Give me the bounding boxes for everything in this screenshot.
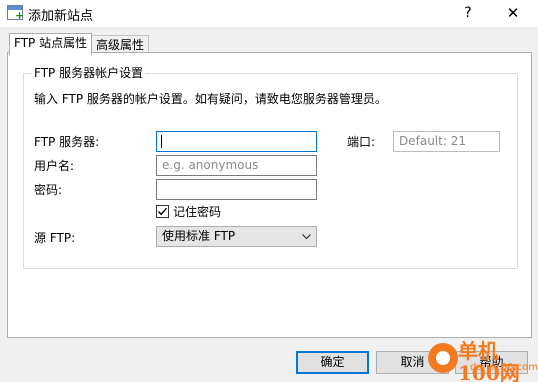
text-caret — [161, 135, 162, 148]
ok-button[interactable]: 确定 — [296, 351, 369, 374]
watermark-logo-icon — [428, 343, 458, 373]
tab-panel: FTP 服务器帐户设置 输入 FTP 服务器的帐户设置。如有疑问，请致电您服务器… — [7, 52, 532, 338]
instruction-text: 输入 FTP 服务器的帐户设置。如有疑问，请致电您服务器管理员。 — [34, 92, 387, 106]
password-label: 密码: — [34, 183, 63, 197]
server-label: FTP 服务器: — [34, 135, 100, 149]
server-input[interactable] — [156, 131, 317, 152]
watermark-title: 单机100网 — [458, 339, 520, 382]
tab-ftp-site-properties[interactable]: FTP 站点属性 — [9, 33, 93, 55]
window-title: 添加新站点 — [28, 9, 94, 24]
source-ftp-value: 使用标准 FTP — [162, 229, 236, 243]
source-ftp-select[interactable]: 使用标准 FTP — [156, 226, 317, 247]
watermark: 单机100网 danji100.com — [420, 337, 538, 382]
close-icon[interactable]: ✕ — [498, 3, 528, 23]
source-ftp-label: 源 FTP: — [34, 231, 76, 245]
port-placeholder: Default: 21 — [399, 134, 466, 148]
remember-password-label[interactable]: 记住密码 — [173, 205, 221, 219]
watermark-url: danji100.com — [470, 362, 538, 373]
port-input[interactable]: Default: 21 — [393, 131, 500, 152]
username-label: 用户名: — [34, 159, 75, 173]
title-bar: + 添加新站点 ? ✕ — [0, 0, 538, 27]
port-label: 端口: — [347, 135, 376, 149]
remember-password-checkbox[interactable] — [156, 205, 169, 218]
username-placeholder: e.g. anonymous — [162, 158, 259, 172]
chevron-down-icon — [302, 234, 311, 240]
username-input[interactable]: e.g. anonymous — [156, 155, 317, 176]
password-input[interactable] — [156, 179, 317, 200]
checkmark-icon — [157, 207, 168, 216]
help-icon[interactable]: ? — [455, 3, 481, 23]
group-title: FTP 服务器帐户设置 — [32, 66, 146, 80]
add-site-app-icon: + — [7, 5, 24, 21]
